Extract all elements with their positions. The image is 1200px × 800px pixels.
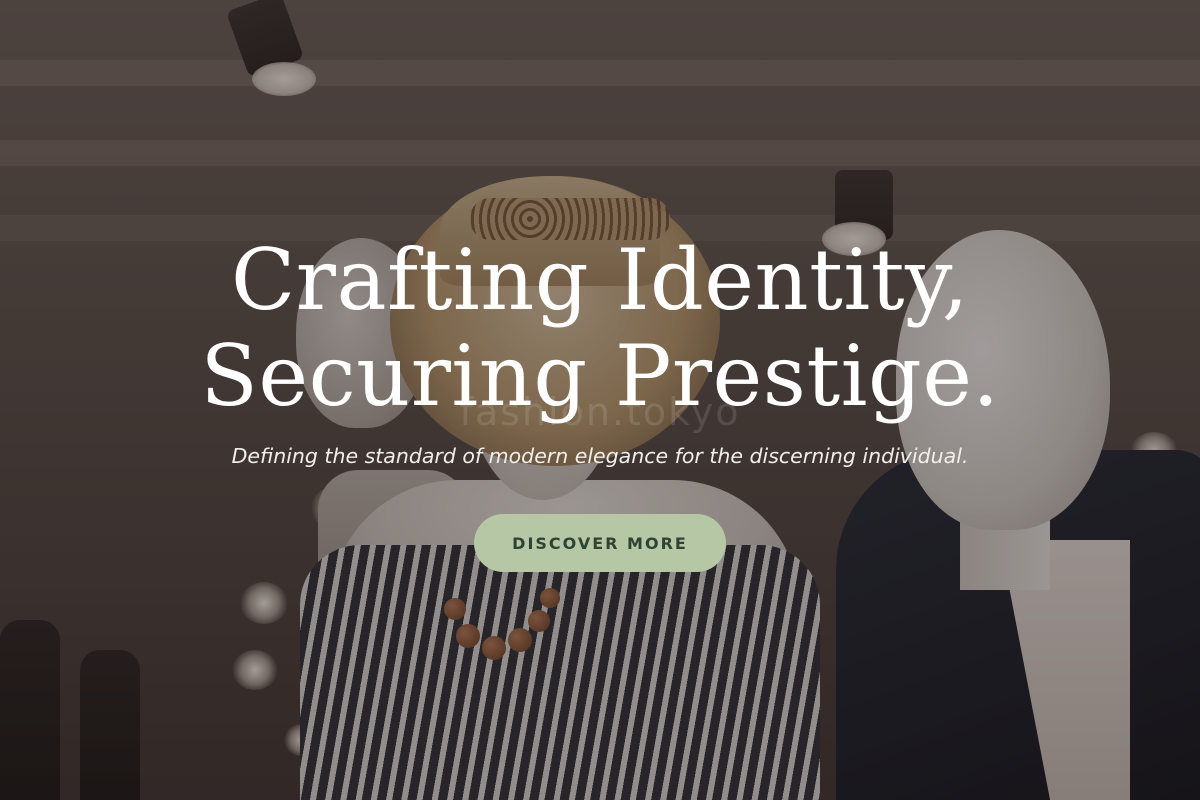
hero-content: Crafting Identity, Securing Prestige. De… [0, 0, 1200, 800]
hero-subtitle: Defining the standard of modern elegance… [231, 444, 969, 468]
hero-section: fashion.tokyo Crafting Identity, Securin… [0, 0, 1200, 800]
hero-headline: Crafting Identity, Securing Prestige. [100, 232, 1100, 424]
headline-line-2: Securing Prestige. [200, 327, 1000, 425]
headline-line-1: Crafting Identity, [231, 231, 969, 329]
discover-more-button[interactable]: DISCOVER MORE [474, 514, 726, 572]
